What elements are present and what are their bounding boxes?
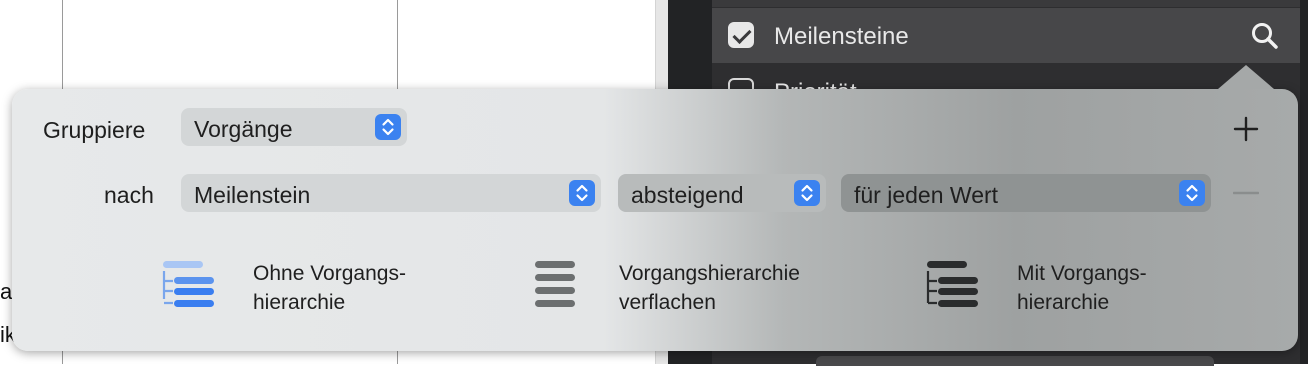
chevron-updown-icon: [1179, 180, 1205, 206]
field-label: Meilensteine: [774, 23, 909, 50]
option-label: Vorgangshierarchie verflachen: [619, 259, 800, 317]
group-select[interactable]: Vorgänge: [181, 108, 407, 146]
chevron-updown-icon: [569, 180, 595, 206]
flat-list-icon: [535, 261, 575, 307]
field-row-meilensteine[interactable]: Meilensteine: [712, 8, 1300, 63]
mode-select[interactable]: für jeden Wert: [841, 174, 1211, 212]
grouping-popover: Gruppiere Vorgänge nach Meilenstein abst…: [12, 65, 1298, 351]
option-label-line2: verflachen: [619, 291, 716, 314]
checkbox[interactable]: [728, 22, 754, 48]
option-label-line1: Ohne Vorgangs-: [253, 262, 406, 285]
bottom-button[interactable]: [816, 356, 1214, 366]
mode-select-value: für jeden Wert: [854, 182, 999, 208]
hierarchy-dark-icon: [926, 261, 978, 307]
order-select[interactable]: absteigend: [618, 174, 826, 212]
list-row-previous: [712, 0, 1300, 7]
option-label-line1: Mit Vorgangs-: [1017, 262, 1147, 285]
hierarchy-blue-icon: [162, 261, 214, 307]
order-select-value: absteigend: [631, 182, 744, 208]
remove-icon[interactable]: [1233, 190, 1259, 196]
field-select-value: Meilenstein: [194, 182, 311, 208]
popover-arrow: [1218, 65, 1274, 89]
chevron-updown-icon: [375, 114, 401, 140]
group-select-value: Vorgänge: [194, 116, 293, 142]
group-label: Gruppiere: [43, 117, 146, 143]
by-label: nach: [104, 182, 154, 208]
option-label-line2: hierarchie: [253, 291, 346, 314]
field-select[interactable]: Meilenstein: [181, 174, 601, 212]
add-icon[interactable]: [1233, 116, 1259, 142]
search-icon[interactable]: [1250, 21, 1280, 51]
option-label-line1: Vorgangshierarchie: [619, 262, 800, 285]
option-label-line2: hierarchie: [1017, 291, 1110, 314]
chevron-updown-icon: [794, 180, 820, 206]
option-label: Mit Vorgangs- hierarchie: [1017, 259, 1147, 317]
option-label: Ohne Vorgangs- hierarchie: [253, 259, 406, 317]
